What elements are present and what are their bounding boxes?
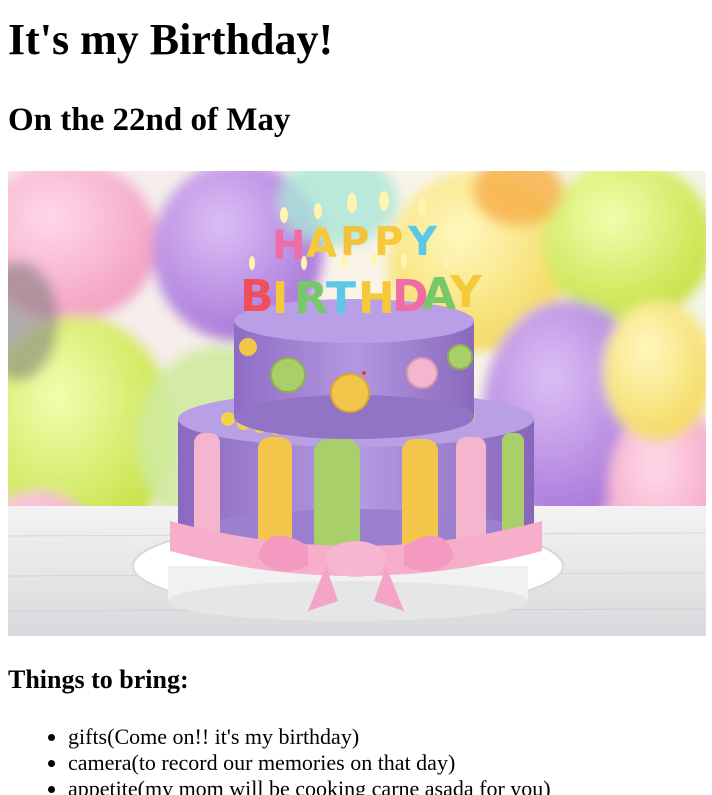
candle-letter: R	[294, 273, 328, 324]
list-item: camera(to record our memories on that da…	[68, 750, 551, 776]
candle-letter: Y	[449, 267, 483, 318]
cake-stand-foot	[168, 581, 528, 621]
list-item: appetite(my mom will be cooking carne as…	[68, 776, 551, 795]
candle-letter: I	[272, 273, 288, 324]
stripe-pink-2	[456, 437, 486, 551]
candles-happy: H A P P Y	[272, 219, 438, 269]
page: It's my Birthday! On the 22nd of May H A…	[0, 0, 712, 795]
candle-letter: Y	[407, 219, 438, 265]
things-to-bring-heading: Things to bring:	[8, 665, 189, 694]
things-to-bring-list: gifts(Come on!! it's my birthday) camera…	[0, 724, 551, 795]
candle-letter: H	[272, 223, 305, 269]
page-title: It's my Birthday!	[8, 15, 334, 64]
candle-letter: P	[374, 219, 403, 265]
stripe-green-2	[502, 433, 524, 541]
birthday-cake-image: H A P P Y B I R T H D A Y	[8, 171, 706, 636]
page-subtitle: On the 22nd of May	[8, 102, 291, 138]
candle-letter: H	[358, 273, 395, 324]
stripe-green-1	[314, 439, 360, 557]
candle-letter: B	[240, 271, 274, 322]
candle-letter: A	[306, 221, 337, 267]
stripe-yellow-1	[258, 437, 292, 553]
candles-birthday: B I R T H D A Y	[240, 267, 483, 324]
list-item: gifts(Come on!! it's my birthday)	[68, 724, 551, 750]
candle-letter: T	[326, 273, 356, 324]
